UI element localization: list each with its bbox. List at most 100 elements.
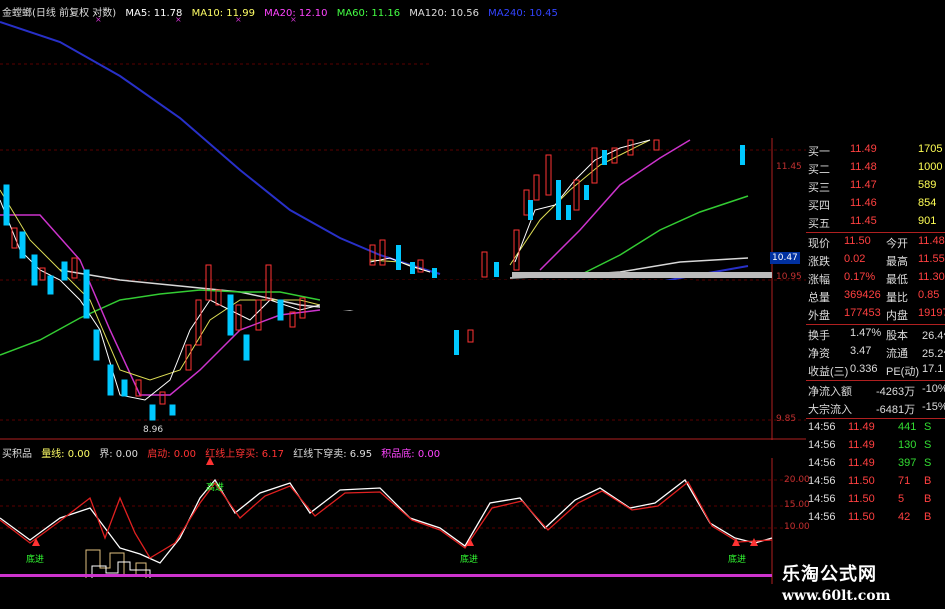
stat-value: 26.4亿 — [922, 330, 945, 342]
bid-row: 买二 11.48 1000 — [806, 160, 945, 177]
ma20-label: MA20: 12.10 — [264, 8, 328, 19]
cost-bar — [512, 272, 772, 278]
ma20-line — [0, 214, 321, 396]
tick-row: 14:56 11.50 71 B — [806, 474, 945, 491]
tick-price: 11.49 — [848, 457, 875, 469]
tick-row: 14:56 11.50 5 B — [806, 492, 945, 509]
flow-value: -6481万 — [876, 404, 916, 416]
panel-separator — [806, 232, 945, 233]
site-watermark: 乐淘公式网 www.60lt.com — [776, 558, 944, 608]
ma5-label: MA5: 11.78 — [125, 8, 183, 19]
flow-value: -4263万 — [876, 386, 916, 398]
stat-value: 0.85 — [918, 289, 940, 301]
stat-label: 现价 — [808, 238, 830, 250]
candles-right — [513, 139, 745, 271]
stat-label: 涨幅 — [808, 274, 830, 286]
stat-row: 总量 369426 量比 0.85 — [806, 288, 945, 305]
bid-price: 11.49 — [850, 143, 877, 155]
stat-value: 3.47 — [850, 345, 872, 357]
stat-value: 1.47% — [850, 327, 882, 339]
stat-row: 涨跌 0.02 最高 11.55 — [806, 252, 945, 269]
stat-value: 11.55 — [918, 253, 945, 265]
bid-row: 买五 11.45 901 — [806, 214, 945, 231]
stat-label: 净资 — [808, 348, 830, 360]
signal-label-bottom-2: 底进 — [460, 555, 479, 565]
flow-label: 大宗流入 — [808, 404, 852, 416]
indicator-white-line — [0, 478, 773, 564]
stat-label: 最高 — [886, 256, 908, 268]
price-tag: 10.47 — [770, 252, 800, 264]
stat-row: 现价 11.50 今开 11.48 — [806, 234, 945, 251]
tick-side: B — [924, 493, 932, 505]
main-kline-chart[interactable]: × × × × — [0, 0, 806, 440]
tick-row: 14:56 11.50 42 B — [806, 510, 945, 527]
tick-price: 11.49 — [848, 439, 875, 451]
signal-label-high: 高进 — [206, 483, 225, 493]
panel-separator — [806, 418, 945, 419]
tick-price: 11.50 — [848, 511, 875, 523]
tick-time: 14:56 — [808, 421, 836, 433]
stat-row: 收益(三) 0.336 PE(动) 17.1 — [806, 362, 945, 379]
stat-value: 0.02 — [844, 253, 866, 265]
bid-label: 买五 — [808, 218, 830, 230]
tick-volume: 130 — [898, 439, 917, 451]
tick-side: S — [924, 439, 932, 451]
tick-side: S — [924, 421, 932, 433]
tick-side: B — [924, 511, 932, 523]
stat-label: 总量 — [808, 292, 830, 304]
flow-pct: -10% — [922, 383, 945, 395]
quote-panel: 买一 11.49 1705 买二 11.48 1000 买三 11.47 589 买四 11.46 8… — [806, 142, 945, 547]
tick-volume: 42 — [898, 511, 911, 523]
ma240-label: MA240: 10.45 — [488, 8, 558, 19]
flow-label: 净流入额 — [808, 386, 852, 398]
ma60-label: MA60: 11.16 — [336, 8, 401, 19]
low-price-label: 8.96 — [143, 425, 164, 435]
stat-label: 涨跌 — [808, 256, 830, 268]
bid-label: 买三 — [808, 182, 830, 194]
stat-value: 17.1 — [922, 363, 944, 375]
stat-value: 11.30 — [918, 271, 945, 283]
stat-value: 0.336 — [850, 363, 878, 375]
tick-volume: 71 — [898, 475, 911, 487]
stat-label: 换手 — [808, 330, 830, 342]
bid-price: 11.47 — [850, 179, 877, 191]
signal-label-bottom-3: 底进 — [728, 555, 747, 565]
candles-left — [3, 184, 306, 421]
tick-time: 14:56 — [808, 493, 836, 505]
bid-volume: 1705 — [918, 143, 943, 155]
tick-volume: 441 — [898, 421, 917, 433]
bid-label: 买四 — [808, 200, 830, 212]
bid-volume: 854 — [918, 197, 937, 209]
tick-time: 14:56 — [808, 475, 836, 487]
stat-label: 最低 — [886, 274, 908, 286]
bid-row: 买一 11.49 1705 — [806, 142, 945, 159]
bid-volume: 901 — [918, 215, 937, 227]
ma240-line — [0, 21, 441, 275]
stat-row: 净资 3.47 流通 25.2亿 — [806, 344, 945, 361]
bid-price: 11.48 — [850, 161, 877, 173]
ma120-label: MA120: 10.56 — [409, 8, 479, 19]
flow-row: 大宗流入 -6481万 -15% — [806, 400, 945, 417]
bid-label: 买二 — [808, 164, 830, 176]
stat-label: 量比 — [886, 292, 908, 304]
tick-time: 14:56 — [808, 511, 836, 523]
stat-label: 收益(三) — [808, 366, 849, 378]
ma-legend: 金螳螂(日线 前复权 对数) MA5: 11.78 MA10: 11.99 MA… — [2, 4, 564, 19]
y-tick-3: 9.85 — [776, 414, 797, 424]
stat-value: 0.17% — [844, 271, 876, 283]
bid-label: 买一 — [808, 146, 830, 158]
tick-price: 11.50 — [848, 475, 875, 487]
tick-volume: 397 — [898, 457, 917, 469]
tick-row: 14:56 11.49 441 S — [806, 420, 945, 437]
flow-pct: -15% — [922, 401, 945, 413]
tick-time: 14:56 — [808, 439, 836, 451]
up-arrow-icon — [206, 457, 214, 465]
y-tick-2: 10.95 — [776, 272, 802, 282]
indicator-chart[interactable] — [0, 458, 806, 584]
bid-price: 11.46 — [850, 197, 877, 209]
stat-row: 换手 1.47% 股本 26.4亿 — [806, 326, 945, 343]
watermark-title: 乐淘公式网 — [782, 564, 877, 585]
bid-volume: 1000 — [918, 161, 943, 173]
stat-value: 177453 — [844, 307, 881, 319]
tick-side: S — [924, 457, 932, 469]
